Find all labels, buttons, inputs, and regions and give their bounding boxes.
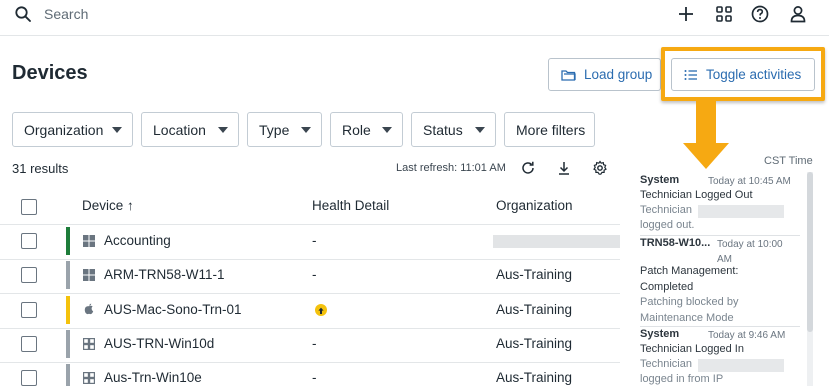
- status-indicator: [66, 364, 70, 386]
- redacted-text: [698, 359, 784, 372]
- windows-icon: [83, 372, 95, 384]
- activity-detail: Technician: [640, 358, 692, 370]
- filter-label: Location: [153, 121, 206, 138]
- divider: [0, 224, 620, 225]
- caret-down-icon: [218, 127, 228, 133]
- column-header-health[interactable]: Health Detail: [312, 198, 389, 213]
- row-checkbox[interactable]: [21, 233, 37, 249]
- windows-icon: [83, 269, 95, 281]
- health-alert-icon[interactable]: [315, 304, 327, 316]
- caret-down-icon: [382, 127, 392, 133]
- activity-detail: Technician: [640, 204, 692, 216]
- activity-title[interactable]: Technician Logged Out: [640, 188, 753, 204]
- redacted-text: [698, 205, 784, 218]
- activity-detail: logged in from IP: [640, 373, 724, 385]
- row-divider: [0, 259, 620, 260]
- activity-detail: Patching blocked by: [640, 296, 739, 308]
- grid-icon[interactable]: [714, 4, 734, 24]
- activity-detail: Maintenance Mode: [640, 312, 734, 324]
- health-detail: -: [312, 370, 317, 385]
- row-checkbox[interactable]: [21, 336, 37, 352]
- activity-title[interactable]: Technician Logged In: [640, 342, 744, 358]
- row-divider: [0, 328, 620, 329]
- filter-label: Type: [259, 121, 290, 138]
- column-header-device[interactable]: Device ↑: [82, 198, 134, 213]
- filter-status[interactable]: Status: [411, 112, 496, 147]
- row-divider: [0, 293, 620, 294]
- filter-label: Role: [342, 121, 371, 138]
- toggle-activities-button[interactable]: Toggle activities: [671, 58, 815, 91]
- device-name[interactable]: Accounting: [104, 233, 171, 248]
- device-name[interactable]: AUS-Mac-Sono-Trn-01: [104, 302, 242, 317]
- refresh-icon[interactable]: [520, 160, 536, 176]
- filter-role[interactable]: Role: [330, 112, 403, 147]
- organization-cell[interactable]: Aus-Training: [496, 302, 572, 317]
- caret-down-icon: [301, 127, 311, 133]
- timezone-label: CST Time: [764, 155, 813, 167]
- apple-icon: [84, 303, 94, 315]
- top-bar: [0, 0, 829, 36]
- search-input[interactable]: [44, 4, 344, 24]
- activity-scrollbar[interactable]: [807, 172, 813, 386]
- status-indicator: [66, 296, 70, 324]
- select-all-checkbox[interactable]: [21, 199, 37, 215]
- status-indicator: [66, 330, 70, 358]
- organization-cell[interactable]: Aus-Training: [496, 267, 572, 282]
- organization-cell[interactable]: Aus-Training: [496, 336, 572, 351]
- column-header-organization[interactable]: Organization: [496, 198, 573, 213]
- caret-down-icon: [475, 127, 485, 133]
- filter-label: Status: [423, 121, 463, 138]
- page-title: Devices: [12, 62, 88, 84]
- load-group-button[interactable]: Load group: [548, 58, 661, 91]
- more-filters-label: More filters: [516, 121, 586, 138]
- activity-time: Today at 10:00: [717, 239, 783, 250]
- row-checkbox[interactable]: [21, 267, 37, 283]
- row-divider: [0, 362, 620, 363]
- filter-organization[interactable]: Organization: [12, 112, 133, 147]
- user-icon[interactable]: [788, 4, 808, 24]
- last-refresh: Last refresh: 11:01 AM: [396, 162, 506, 174]
- caret-down-icon: [112, 127, 122, 133]
- activity-source: System: [640, 328, 680, 340]
- filter-type[interactable]: Type: [247, 112, 322, 147]
- activity-title[interactable]: Patch Management:: [640, 264, 738, 280]
- health-detail: -: [312, 233, 317, 248]
- scrollbar-thumb[interactable]: [807, 172, 813, 332]
- folder-icon: [561, 69, 576, 81]
- arrow-shaft: [696, 101, 716, 144]
- load-group-label: Load group: [584, 67, 653, 82]
- results-count: 31 results: [12, 161, 69, 176]
- row-checkbox[interactable]: [21, 370, 37, 386]
- status-indicator: [66, 261, 70, 289]
- toggle-activities-label: Toggle activities: [706, 67, 802, 82]
- download-icon[interactable]: [556, 160, 572, 176]
- activity-title-cont[interactable]: Completed: [640, 280, 693, 296]
- activity-source: System: [640, 174, 680, 186]
- activity-detail: logged out.: [640, 219, 695, 231]
- search-icon[interactable]: [14, 5, 32, 23]
- list-icon: [684, 69, 697, 80]
- health-detail: -: [312, 336, 317, 351]
- help-icon[interactable]: [750, 4, 770, 24]
- filter-location[interactable]: Location: [141, 112, 239, 147]
- plus-icon[interactable]: [676, 4, 696, 24]
- activity-source: TRN58-W10...: [640, 237, 711, 249]
- filter-label: Organization: [24, 121, 104, 138]
- device-name[interactable]: AUS-TRN-Win10d: [104, 336, 214, 351]
- settings-icon[interactable]: [592, 160, 608, 176]
- device-name[interactable]: Aus-Trn-Win10e: [104, 370, 202, 385]
- arrow-down-icon: [683, 143, 729, 169]
- device-name[interactable]: ARM-TRN58-W11-1: [104, 267, 225, 282]
- status-indicator: [66, 227, 70, 255]
- row-checkbox[interactable]: [21, 302, 37, 318]
- organization-cell[interactable]: Aus-Training: [496, 370, 572, 385]
- more-filters-button[interactable]: More filters: [504, 112, 595, 147]
- windows-icon: [83, 338, 95, 350]
- health-detail: -: [312, 267, 317, 282]
- redacted-organization: [493, 235, 620, 248]
- windows-icon: [83, 235, 95, 247]
